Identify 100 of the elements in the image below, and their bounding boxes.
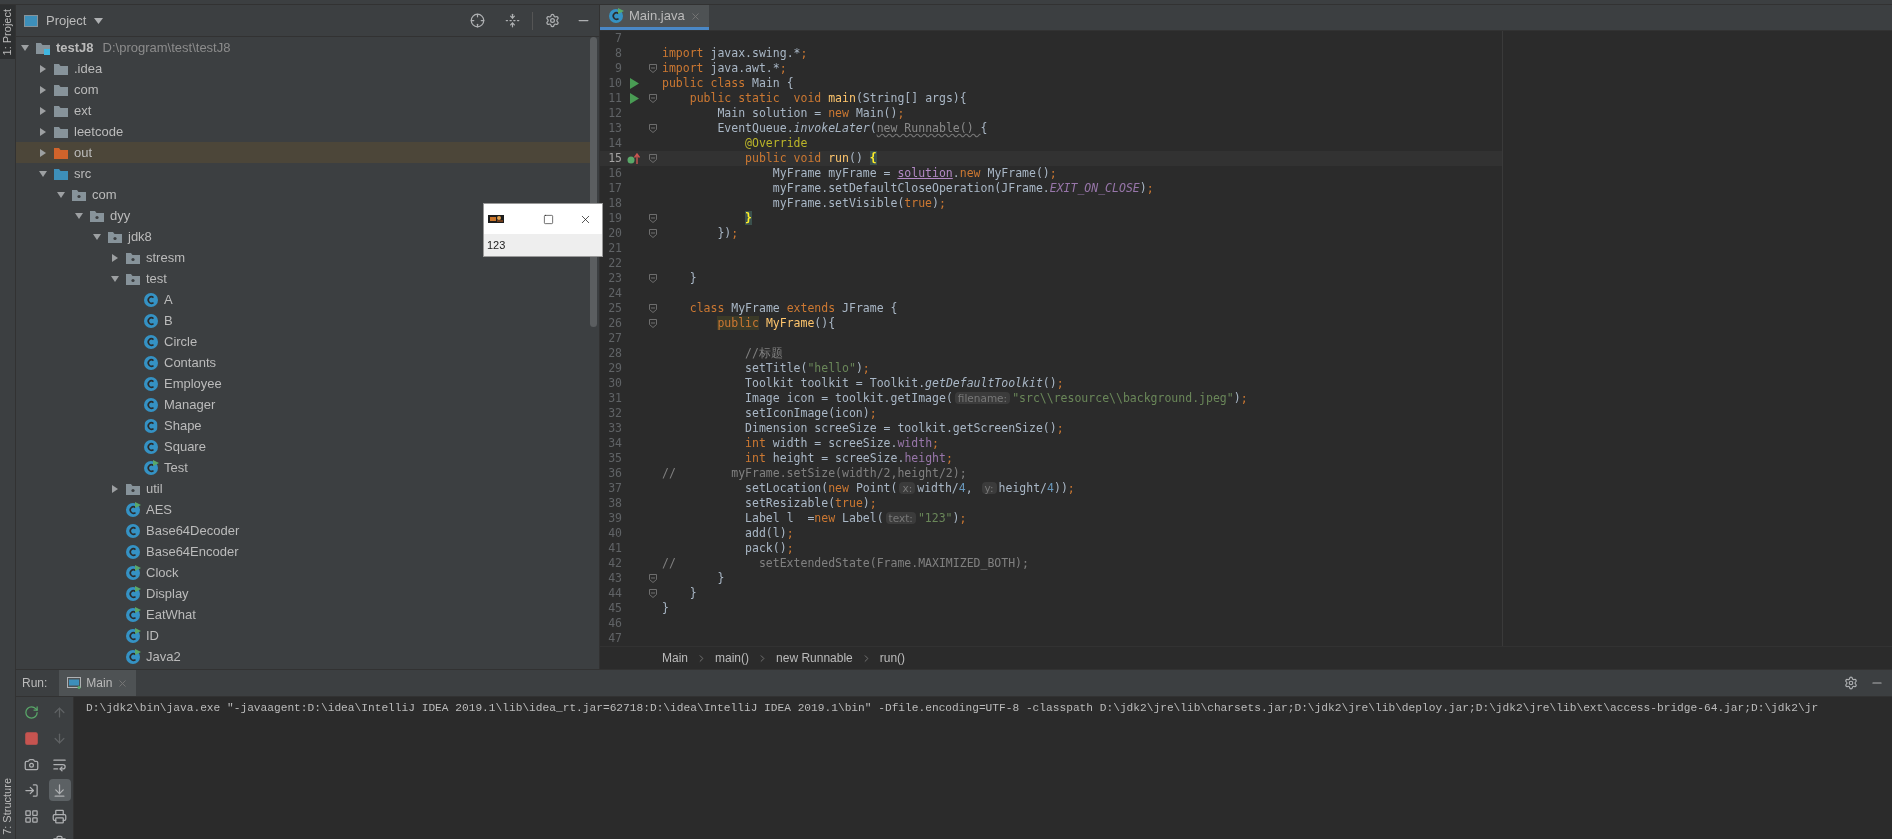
breadcrumb[interactable]: new Runnable — [776, 649, 853, 667]
run-icon[interactable] — [629, 78, 639, 89]
breadcrumb[interactable]: run() — [879, 649, 906, 667]
collapsed-arrow-icon[interactable] — [110, 252, 120, 263]
tree-item[interactable]: AES — [16, 499, 590, 520]
breadcrumb[interactable]: Main — [662, 649, 688, 667]
tree-item[interactable]: EatWhat — [16, 604, 590, 625]
tree-item[interactable]: Square — [16, 436, 590, 457]
override-icon[interactable] — [627, 152, 641, 165]
console-line: D:\jdk2\bin\java.exe "-javaagent:D:\idea\IntelliJ IDEA 2019.1\lib\idea_rt.jar=62718:D:\idea\IntelliJ IDEA 2019.1\bin" -Dfile.encoding=UTF-8 -classpath D:\jdk2\jre\lib\charsets.jar;D:\jdk2\jre\lib\deploy.jar;D:\jdk2\jre\lib\ext\access-bridge-64.jar;D:\jdk2\jr — [86, 701, 1819, 716]
expanded-arrow-icon[interactable] — [110, 273, 120, 284]
fold-icon[interactable] — [649, 64, 657, 73]
breadcrumb[interactable]: main() — [715, 649, 750, 667]
code-line: setLocation(new Point( x: width/4, y: height/4)); — [744, 481, 1075, 496]
locate-icon[interactable] — [470, 13, 485, 28]
collapsed-arrow-icon[interactable] — [38, 126, 48, 137]
line-number: 16 — [607, 166, 622, 181]
code-line: Label l =new Label( text: "123"); — [744, 511, 967, 526]
tree-item[interactable]: dyy — [16, 205, 590, 226]
tree-item[interactable]: ID — [16, 625, 590, 646]
collapsed-arrow-icon[interactable] — [38, 147, 48, 158]
tree-item[interactable]: com — [16, 79, 590, 100]
expanded-arrow-icon[interactable] — [20, 42, 30, 53]
tree-item[interactable]: A — [16, 289, 590, 310]
collapsed-arrow-icon[interactable] — [38, 105, 48, 116]
code-line: public MyFrame(){ — [716, 316, 836, 331]
run-icon[interactable] — [629, 93, 639, 104]
tree-item[interactable]: Base64Decoder — [16, 520, 590, 541]
line-number: 47 — [607, 631, 622, 646]
tree-item[interactable]: test — [16, 268, 590, 289]
tree-item[interactable]: .idea — [16, 58, 590, 79]
line-number: 24 — [607, 286, 622, 301]
settings-icon[interactable] — [1844, 676, 1858, 690]
folder-icon — [53, 166, 69, 181]
code-line: import javax.swing.*; — [661, 46, 808, 61]
project-view-dropdown[interactable]: Project — [46, 10, 104, 31]
expanded-arrow-icon[interactable] — [38, 168, 48, 179]
tree-item[interactable]: Test — [16, 457, 590, 478]
run-label: Run: — [22, 675, 48, 692]
line-number: 39 — [607, 511, 622, 526]
expanded-arrow-icon[interactable] — [92, 231, 102, 242]
tree-item[interactable]: leetcode — [16, 121, 590, 142]
line-number: 8 — [614, 46, 622, 61]
console-icon — [67, 677, 82, 689]
tree-item[interactable]: testJ8 D:\program\test\testJ8 — [16, 37, 590, 58]
fold-icon[interactable] — [649, 274, 657, 283]
tree-item[interactable]: src — [16, 163, 590, 184]
fold-icon[interactable] — [649, 304, 657, 313]
run-tab[interactable]: Main — [59, 670, 137, 696]
fold-icon[interactable] — [649, 214, 657, 223]
runnable-class-icon — [608, 8, 624, 24]
line-number: 21 — [607, 241, 622, 256]
collapsed-arrow-icon[interactable] — [38, 84, 48, 95]
fold-icon[interactable] — [649, 94, 657, 103]
expanded-arrow-icon[interactable] — [74, 210, 84, 221]
code-line: } — [688, 586, 697, 601]
runnable-class-icon — [125, 585, 141, 602]
tree-item[interactable]: Manager — [16, 394, 590, 415]
tree-item[interactable]: com — [16, 184, 590, 205]
folder-icon — [53, 124, 69, 139]
tree-item[interactable]: Display — [16, 583, 590, 604]
line-number: 22 — [607, 256, 622, 271]
tree-item[interactable]: Clock — [16, 562, 590, 583]
expanded-arrow-icon[interactable] — [56, 189, 66, 200]
tool-window-tab[interactable]: 1: Project — [0, 5, 15, 60]
tree-item[interactable]: Contants — [16, 352, 590, 373]
code-line: }); — [716, 226, 739, 241]
line-number: 34 — [607, 436, 622, 451]
fold-icon[interactable] — [649, 229, 657, 238]
fold-icon[interactable] — [649, 319, 657, 328]
tree-item[interactable]: out — [16, 142, 590, 163]
settings-icon[interactable] — [545, 13, 560, 28]
tree-item[interactable]: Shape — [16, 415, 590, 436]
fold-icon[interactable] — [649, 574, 657, 583]
line-number: 11 — [607, 91, 622, 106]
tree-item[interactable]: B — [16, 310, 590, 331]
maximize-icon[interactable] — [543, 213, 554, 225]
tree-item[interactable]: Employee — [16, 373, 590, 394]
tree-item[interactable]: util — [16, 478, 590, 499]
scroll-to-end-button[interactable] — [48, 779, 71, 801]
collapsed-arrow-icon[interactable] — [110, 483, 120, 494]
editor-tab[interactable]: Main.java — [600, 5, 709, 30]
fold-icon[interactable] — [649, 124, 657, 133]
code-line: Image icon = toolkit.getImage( filename: "src\\resource\\background.jpeg"); — [744, 391, 1248, 406]
code-line: public class Main { — [661, 76, 794, 91]
collapsed-arrow-icon[interactable] — [38, 63, 48, 74]
line-number: 43 — [607, 571, 622, 586]
fold-icon[interactable] — [649, 589, 657, 598]
tree-item[interactable]: Circle — [16, 331, 590, 352]
fold-icon[interactable] — [649, 154, 657, 163]
line-number: 27 — [607, 331, 622, 346]
tree-item[interactable]: ext — [16, 100, 590, 121]
line-number: 41 — [607, 541, 622, 556]
code-line: } — [716, 571, 725, 586]
tree-item[interactable]: Java2 — [16, 646, 590, 667]
line-number: 7 — [614, 31, 622, 46]
code-line: myFrame.setDefaultCloseOperation(JFrame.EXIT_ON_CLOSE); — [771, 181, 1154, 196]
package-icon — [125, 250, 141, 265]
tree-item[interactable]: Base64Encoder — [16, 541, 590, 562]
collapse-all-icon[interactable] — [505, 13, 520, 28]
